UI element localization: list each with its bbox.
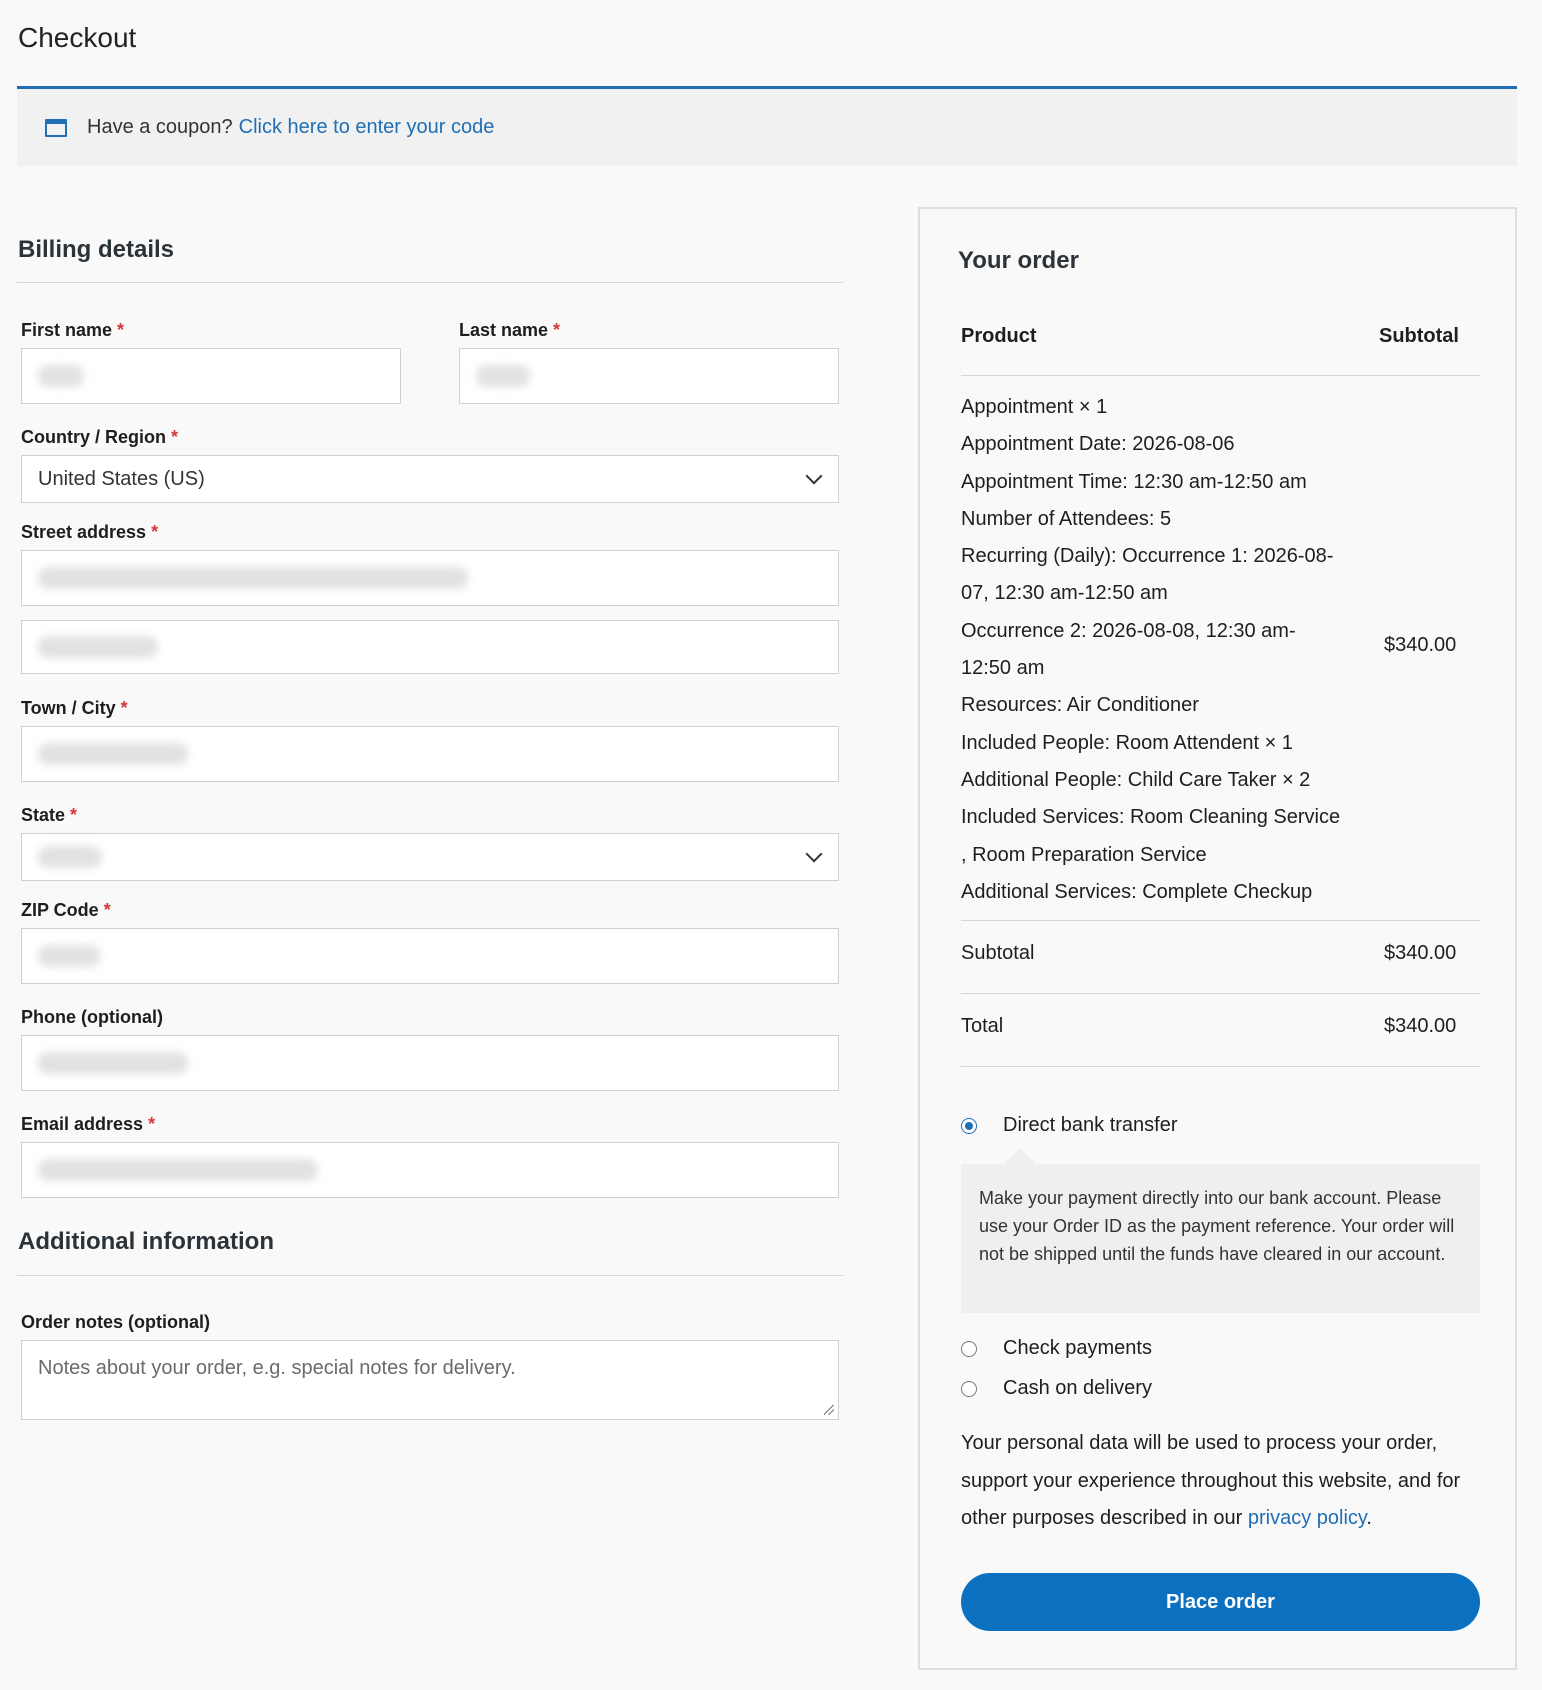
- last-name-label: Last name *: [459, 320, 561, 340]
- redacted-text: [38, 743, 188, 765]
- redacted-text: [38, 945, 100, 967]
- cash-on-delivery-radio[interactable]: [961, 1381, 977, 1397]
- privacy-policy-link[interactable]: privacy policy: [1248, 1507, 1367, 1529]
- additional-divider: [17, 1275, 843, 1276]
- product-column-header: Product: [961, 325, 1037, 347]
- item-meta-line: Recurring (Daily): Occurrence 1: 2026-08…: [961, 545, 1334, 568]
- state-label: State *: [21, 805, 78, 825]
- subtotal-value: $340.00: [1384, 942, 1457, 964]
- subtotal-label: Subtotal: [961, 942, 1035, 964]
- city-input[interactable]: [21, 726, 839, 782]
- last-name-input[interactable]: [459, 348, 839, 404]
- total-label: Total: [961, 1015, 1004, 1037]
- phone-input[interactable]: [21, 1035, 839, 1091]
- item-name-line: Appointment × 1: [961, 396, 1108, 418]
- street-address-input[interactable]: [21, 550, 839, 606]
- first-name-label: First name *: [21, 320, 125, 340]
- redacted-text: [38, 567, 468, 589]
- zip-label: ZIP Code *: [21, 900, 111, 920]
- item-meta-line: Included People: Room Attendent × 1: [961, 731, 1293, 754]
- street-address-2-input[interactable]: [21, 620, 839, 674]
- item-divider: [961, 920, 1480, 921]
- order-notes-label: Order notes (optional): [21, 1312, 210, 1332]
- order-review-panel: Your order Product Subtotal Appointment …: [918, 207, 1517, 1670]
- email-input[interactable]: [21, 1142, 839, 1198]
- bank-transfer-label[interactable]: Direct bank transfer: [1003, 1114, 1178, 1137]
- subtotal-divider: [961, 993, 1480, 994]
- item-meta-line: Resources: Air Conditioner: [961, 694, 1199, 717]
- redacted-text: [38, 365, 84, 387]
- header-divider: [961, 375, 1480, 376]
- item-meta-line: Additional People: Child Care Taker × 2: [961, 768, 1311, 791]
- item-meta-line: Appointment Time: 12:30 am-12:50 am: [961, 470, 1307, 493]
- item-meta-line: Occurrence 2: 2026-08-08, 12:30 am-: [961, 619, 1296, 642]
- order-item: Appointment × 1 Appointment Date: 2026-0…: [961, 389, 1371, 911]
- billing-heading: Billing details: [18, 236, 175, 263]
- state-select[interactable]: [21, 833, 839, 881]
- additional-heading: Additional information: [18, 1228, 274, 1255]
- order-heading: Your order: [958, 247, 1079, 274]
- subtotal-column-header: Subtotal: [1379, 325, 1459, 347]
- chevron-down-icon: [805, 845, 823, 863]
- item-meta-line: 07, 12:30 am-12:50 am: [961, 582, 1168, 605]
- item-meta-line: 12:50 am: [961, 657, 1045, 680]
- redacted-text: [38, 1052, 188, 1074]
- page-title: Checkout: [18, 22, 137, 53]
- coupon-prompt: Have a coupon?: [87, 116, 233, 138]
- redacted-text: [38, 636, 158, 658]
- check-payments-label[interactable]: Check payments: [1003, 1337, 1152, 1360]
- privacy-notice: Your personal data will be used to proce…: [961, 1432, 1461, 1529]
- calendar-icon: [45, 118, 67, 137]
- email-label: Email address *: [21, 1114, 156, 1134]
- item-meta-line: , Room Preparation Service: [961, 843, 1207, 866]
- item-meta-line: Included Services: Room Cleaning Service: [961, 806, 1341, 829]
- street-label: Street address *: [21, 522, 159, 542]
- coupon-notice: Have a coupon? Click here to enter your …: [17, 89, 1517, 166]
- cash-on-delivery-label[interactable]: Cash on delivery: [1003, 1377, 1152, 1400]
- item-meta-line: Additional Services: Complete Checkup: [961, 880, 1313, 903]
- item-price: $340.00: [1384, 634, 1457, 656]
- resize-handle-icon[interactable]: [824, 1405, 834, 1415]
- city-label: Town / City *: [21, 698, 128, 718]
- order-notes-textarea[interactable]: Notes about your order, e.g. special not…: [21, 1340, 839, 1420]
- zip-input[interactable]: [21, 928, 839, 984]
- country-value: United States (US): [38, 467, 205, 490]
- place-order-button[interactable]: Place order: [961, 1573, 1480, 1631]
- coupon-link[interactable]: Click here to enter your code: [239, 116, 495, 139]
- billing-divider: [17, 282, 843, 283]
- chevron-down-icon: [805, 467, 823, 485]
- first-name-input[interactable]: [21, 348, 401, 404]
- order-notes-placeholder: Notes about your order, e.g. special not…: [38, 1357, 516, 1379]
- redacted-text: [38, 846, 102, 868]
- country-label: Country / Region *: [21, 427, 179, 447]
- country-select[interactable]: United States (US): [21, 455, 839, 503]
- phone-label: Phone (optional): [21, 1007, 163, 1027]
- item-meta-line: Appointment Date: 2026-08-06: [961, 433, 1235, 456]
- description-pointer: [1004, 1148, 1036, 1164]
- check-payments-radio[interactable]: [961, 1341, 977, 1357]
- bank-transfer-radio[interactable]: [961, 1118, 977, 1134]
- redacted-text: [38, 1159, 318, 1181]
- total-divider: [961, 1066, 1480, 1067]
- item-meta-line: Number of Attendees: 5: [961, 507, 1172, 530]
- bank-transfer-description: Make your payment directly into our bank…: [961, 1164, 1480, 1313]
- total-value: $340.00: [1384, 1015, 1457, 1037]
- redacted-text: [476, 365, 530, 387]
